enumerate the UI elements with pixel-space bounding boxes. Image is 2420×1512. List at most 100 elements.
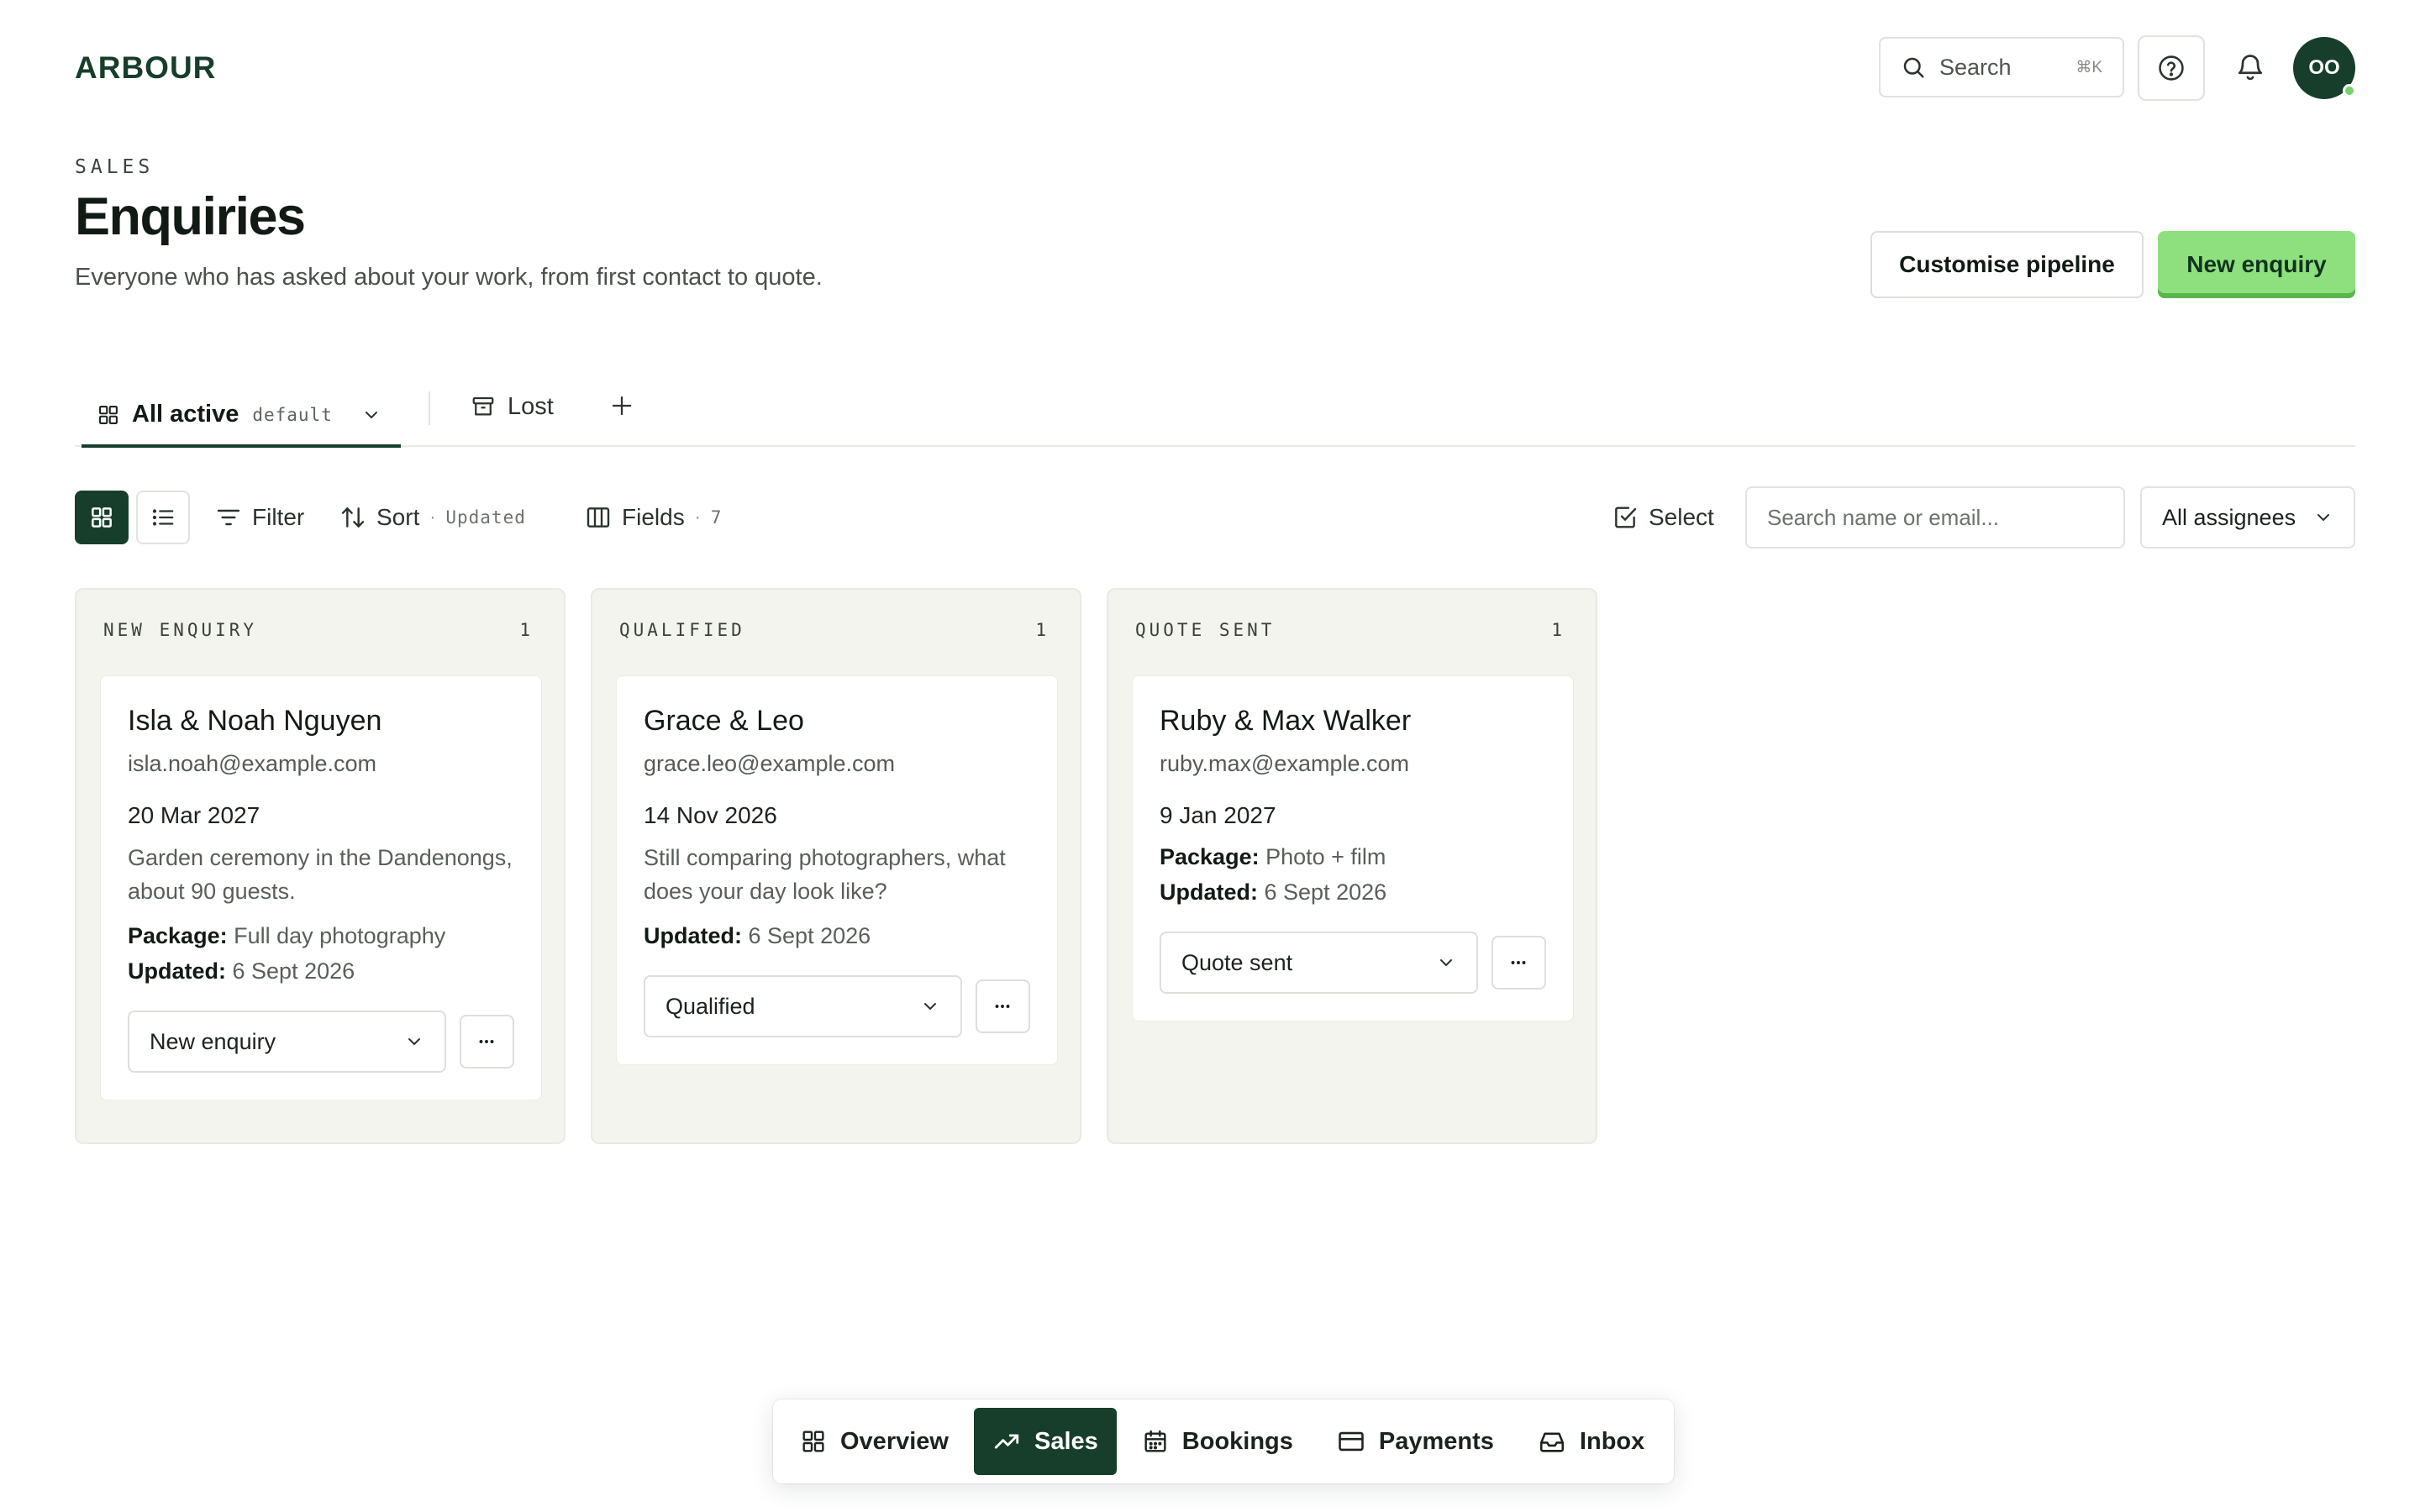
fields-button[interactable]: Fields · 7 bbox=[585, 499, 722, 536]
sort-value: Updated bbox=[445, 507, 526, 528]
fields-count: 7 bbox=[710, 507, 723, 528]
list-icon bbox=[150, 505, 176, 530]
tab-all-active[interactable]: All active default bbox=[82, 385, 401, 448]
online-status-dot bbox=[2343, 84, 2356, 97]
more-horizontal-icon bbox=[1507, 952, 1529, 974]
enquiry-note: Still comparing photographers, what does… bbox=[644, 845, 1006, 904]
column-title: QUALIFIED bbox=[619, 620, 745, 640]
column-count: 1 bbox=[1551, 620, 1565, 640]
column-header: QUALIFIED 1 bbox=[619, 620, 1050, 640]
event-date: 14 Nov 2026 bbox=[644, 802, 777, 828]
stage-value: Qualified bbox=[666, 993, 755, 1019]
client-name: Grace & Leo bbox=[644, 705, 804, 737]
nav-sales-label: Sales bbox=[1034, 1427, 1098, 1455]
archive-icon bbox=[471, 394, 496, 419]
assignee-dropdown[interactable]: All assignees bbox=[2140, 486, 2355, 549]
tab-lost[interactable]: Lost bbox=[471, 388, 554, 425]
search-icon bbox=[1901, 55, 1926, 80]
filter-button[interactable]: Filter bbox=[215, 499, 304, 536]
calendar-icon bbox=[1142, 1428, 1169, 1455]
bottom-navigation: Overview Sales Bookings Payments Inbox bbox=[773, 1399, 1674, 1483]
user-avatar[interactable]: OO bbox=[2293, 37, 2356, 99]
select-label: Select bbox=[1649, 504, 1714, 530]
nav-overview[interactable]: Overview bbox=[781, 1408, 967, 1475]
global-search-button[interactable]: Search ⌘K bbox=[1879, 37, 2124, 97]
pipeline-column-quote-sent: QUOTE SENT 1 Ruby & Max Walker ruby.max@… bbox=[1107, 588, 1597, 1144]
nav-payments[interactable]: Payments bbox=[1318, 1408, 1512, 1475]
updated-label: Updated: bbox=[1160, 879, 1258, 905]
enquiry-card[interactable]: Grace & Leo grace.leo@example.com 14 Nov… bbox=[616, 675, 1058, 1065]
page-title: Enquiries bbox=[75, 187, 306, 246]
nav-inbox-label: Inbox bbox=[1579, 1427, 1645, 1455]
section-eyebrow: SALES bbox=[75, 156, 155, 178]
stage-dropdown[interactable]: New enquiry bbox=[128, 1011, 446, 1073]
new-enquiry-button[interactable]: New enquiry bbox=[2158, 231, 2355, 298]
sort-label: Sort bbox=[376, 504, 420, 530]
sort-separator: · bbox=[429, 507, 436, 527]
search-shortcut: ⌘K bbox=[2075, 58, 2102, 76]
client-name: Ruby & Max Walker bbox=[1160, 705, 1412, 737]
package-value: Photo + film bbox=[1265, 844, 1386, 869]
grid-icon bbox=[89, 505, 114, 530]
chevron-down-icon bbox=[404, 1032, 424, 1052]
updated-row: Updated: 6 Sept 2026 bbox=[644, 918, 1030, 953]
updated-value: 6 Sept 2026 bbox=[232, 958, 355, 984]
client-email: isla.noah@example.com bbox=[128, 751, 377, 776]
tabs-divider bbox=[75, 445, 2355, 447]
package-label: Package: bbox=[1160, 844, 1260, 869]
card-icon bbox=[1337, 1427, 1365, 1456]
customise-pipeline-button[interactable]: Customise pipeline bbox=[1870, 231, 2144, 298]
client-email: ruby.max@example.com bbox=[1160, 751, 1409, 776]
nav-sales[interactable]: Sales bbox=[973, 1408, 1117, 1475]
chevron-down-icon[interactable] bbox=[361, 405, 381, 425]
tab-default-tag: default bbox=[252, 404, 333, 425]
nav-overview-label: Overview bbox=[840, 1427, 949, 1455]
enquiry-card[interactable]: Ruby & Max Walker ruby.max@example.com 9… bbox=[1132, 675, 1574, 1021]
client-email: grace.leo@example.com bbox=[644, 751, 896, 776]
add-view-button[interactable] bbox=[607, 391, 637, 421]
help-button[interactable] bbox=[2138, 35, 2205, 101]
updated-value: 6 Sept 2026 bbox=[748, 923, 871, 948]
column-title: QUOTE SENT bbox=[1135, 620, 1276, 640]
bell-icon bbox=[2235, 52, 2265, 82]
search-name-email-input[interactable] bbox=[1745, 486, 2125, 549]
help-icon bbox=[2157, 54, 2186, 82]
nav-inbox[interactable]: Inbox bbox=[1519, 1408, 1663, 1475]
updated-row: Updated: 6 Sept 2026 bbox=[1160, 874, 1546, 910]
list-view-toggle[interactable] bbox=[136, 491, 190, 544]
nav-bookings[interactable]: Bookings bbox=[1123, 1408, 1312, 1475]
more-horizontal-icon bbox=[992, 995, 1013, 1017]
pipeline-column-new-enquiry: NEW ENQUIRY 1 Isla & Noah Nguyen isla.no… bbox=[75, 588, 566, 1144]
enquiry-note: Garden ceremony in the Dandenongs, about… bbox=[128, 845, 513, 904]
more-actions-button[interactable] bbox=[975, 979, 1030, 1033]
chevron-down-icon bbox=[2313, 507, 2333, 528]
chevron-down-icon bbox=[1436, 953, 1456, 973]
grid-icon bbox=[800, 1428, 827, 1455]
more-actions-button[interactable] bbox=[459, 1015, 514, 1068]
sort-icon bbox=[339, 504, 366, 531]
inbox-icon bbox=[1538, 1427, 1566, 1456]
client-name: Isla & Noah Nguyen bbox=[128, 705, 382, 737]
package-row: Package: Full day photography bbox=[128, 918, 514, 953]
fields-separator: · bbox=[694, 507, 701, 527]
chevron-down-icon bbox=[920, 996, 940, 1016]
grid-icon bbox=[97, 403, 120, 427]
app-logo[interactable]: ARBOUR bbox=[75, 50, 216, 86]
updated-label: Updated: bbox=[644, 923, 742, 948]
column-header: NEW ENQUIRY 1 bbox=[103, 620, 534, 640]
more-horizontal-icon bbox=[476, 1031, 497, 1053]
enquiry-card[interactable]: Isla & Noah Nguyen isla.noah@example.com… bbox=[100, 675, 542, 1100]
plus-icon bbox=[609, 393, 634, 418]
stage-dropdown[interactable]: Quote sent bbox=[1160, 932, 1478, 994]
select-button[interactable]: Select bbox=[1612, 499, 1714, 536]
stage-value: Quote sent bbox=[1181, 949, 1293, 975]
more-actions-button[interactable] bbox=[1491, 936, 1546, 990]
updated-label: Updated: bbox=[128, 958, 226, 984]
sort-button[interactable]: Sort · Updated bbox=[339, 499, 526, 536]
board-view-toggle[interactable] bbox=[75, 491, 129, 544]
pipeline-column-qualified: QUALIFIED 1 Grace & Leo grace.leo@exampl… bbox=[591, 588, 1081, 1144]
nav-bookings-label: Bookings bbox=[1181, 1427, 1293, 1455]
stage-dropdown[interactable]: Qualified bbox=[644, 975, 962, 1037]
nav-payments-label: Payments bbox=[1378, 1427, 1494, 1455]
notifications-button[interactable] bbox=[2232, 49, 2269, 86]
